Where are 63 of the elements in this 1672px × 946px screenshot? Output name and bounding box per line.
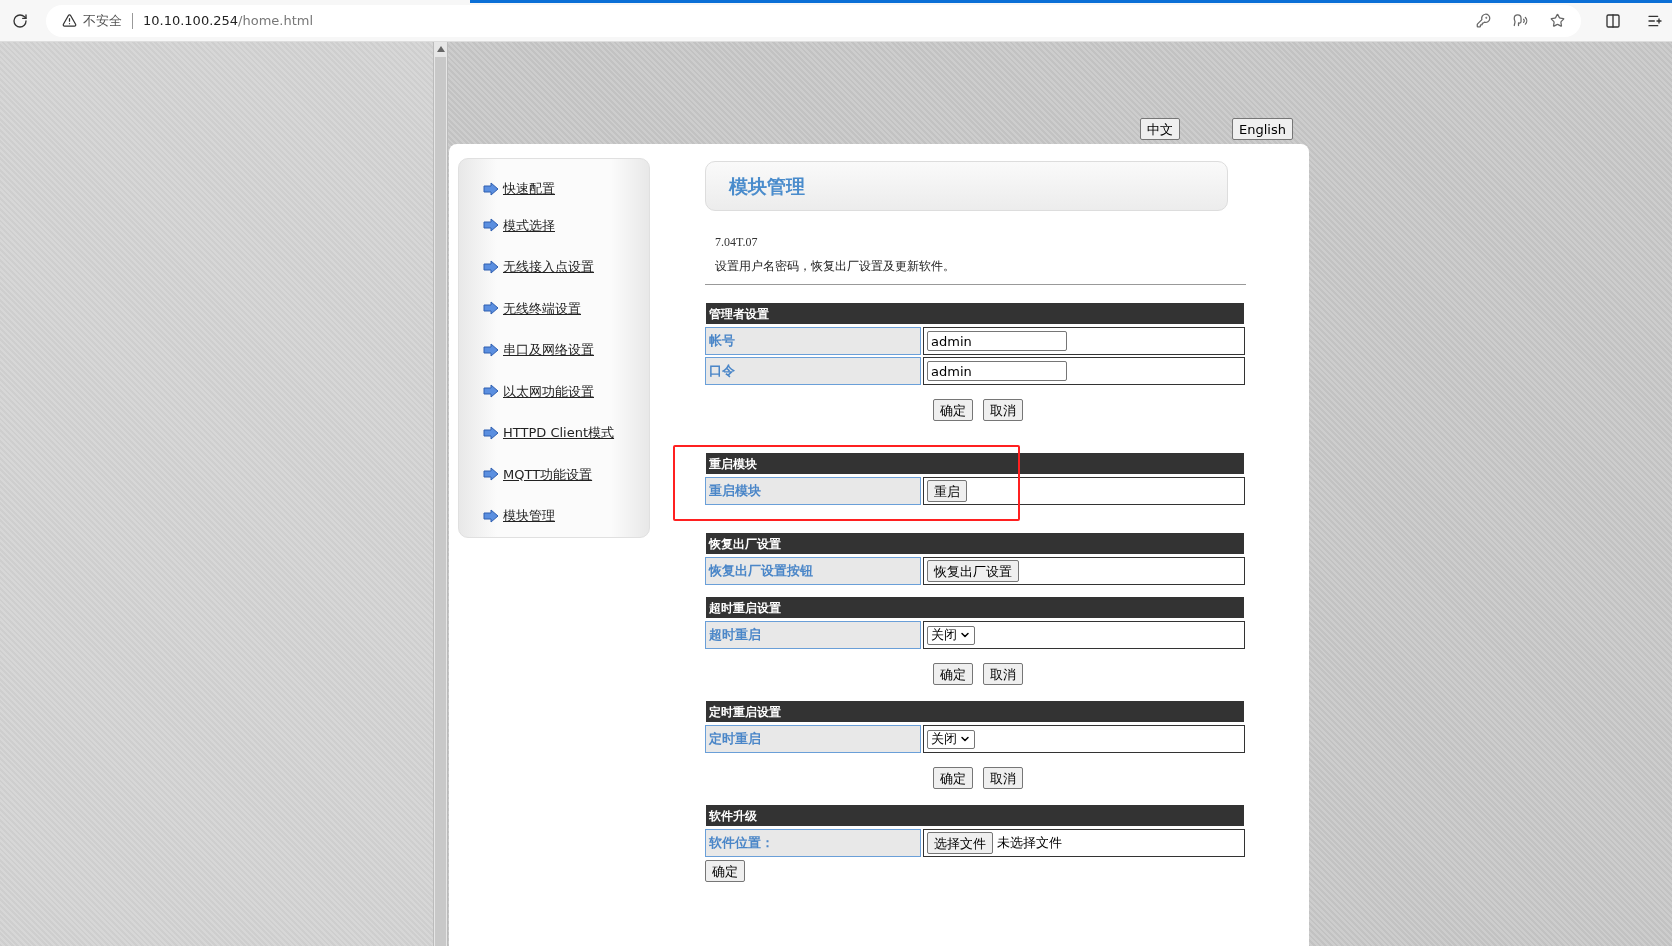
address-bar[interactable]: 不安全 10.10.100.254/home.html bbox=[46, 4, 1581, 37]
section-header: 定时重启设置 bbox=[706, 701, 1244, 722]
sidebar-link[interactable]: 串口及网络设置 bbox=[503, 340, 594, 360]
field-label: 口令 bbox=[705, 357, 921, 385]
scrollbar[interactable] bbox=[433, 42, 448, 946]
security-label: 不安全 bbox=[83, 11, 122, 30]
field-label: 重启模块 bbox=[705, 477, 921, 505]
split-screen-icon[interactable] bbox=[1605, 12, 1621, 29]
arrow-icon bbox=[483, 181, 499, 196]
form-button[interactable]: 确定 bbox=[932, 663, 973, 685]
text-field[interactable]: admin bbox=[927, 331, 1067, 351]
sidebar-link[interactable]: 无线终端设置 bbox=[503, 298, 581, 318]
arrow-icon bbox=[483, 342, 499, 357]
section-header: 软件升级 bbox=[706, 805, 1244, 826]
sidebar-link[interactable]: 模块管理 bbox=[503, 506, 555, 526]
field-label: 超时重启 bbox=[705, 621, 921, 649]
field-label: 帐号 bbox=[705, 327, 921, 355]
arrow-icon bbox=[483, 218, 499, 233]
form-button[interactable]: 重启 bbox=[927, 480, 967, 502]
form-button[interactable]: 确定 bbox=[932, 399, 973, 421]
file-status: 未选择文件 bbox=[997, 834, 1062, 853]
arrow-icon bbox=[483, 425, 499, 440]
dropdown[interactable]: 关闭 bbox=[927, 625, 975, 645]
star-icon[interactable] bbox=[1550, 13, 1565, 28]
form-button[interactable]: 取消 bbox=[982, 399, 1023, 421]
form-button[interactable]: 选择文件 bbox=[927, 832, 993, 854]
sidebar-link[interactable]: HTTPD Client模式 bbox=[503, 423, 615, 443]
form-button[interactable]: 中文 bbox=[1140, 118, 1180, 140]
arrow-icon bbox=[483, 467, 499, 482]
form-button[interactable]: 取消 bbox=[982, 767, 1023, 789]
description-text: 设置用户名密码，恢复出厂设置及更新软件。 bbox=[715, 258, 956, 275]
key-icon[interactable] bbox=[1476, 13, 1491, 28]
version-text: 7.04T.07 bbox=[715, 234, 759, 251]
scroll-up-icon[interactable] bbox=[436, 46, 445, 52]
dropdown[interactable]: 关闭 bbox=[927, 729, 975, 749]
form-button[interactable]: 恢复出厂设置 bbox=[927, 560, 1019, 582]
field-label: 恢复出厂设置按钮 bbox=[705, 557, 921, 585]
sidebar-link[interactable]: 以太网功能设置 bbox=[503, 381, 594, 401]
page-title: 模块管理 bbox=[729, 173, 805, 199]
section-header: 重启模块 bbox=[706, 453, 1244, 474]
arrow-icon bbox=[483, 508, 499, 523]
field-label: 定时重启 bbox=[705, 725, 921, 753]
form-button[interactable]: 取消 bbox=[982, 663, 1023, 685]
section-header: 超时重启设置 bbox=[706, 597, 1244, 618]
form-button[interactable]: 确定 bbox=[932, 767, 973, 789]
text-field[interactable]: admin bbox=[927, 361, 1067, 381]
sidebar-link[interactable]: 无线接入点设置 bbox=[503, 257, 594, 277]
arrow-icon bbox=[483, 259, 499, 274]
sidebar-link[interactable]: 快速配置 bbox=[503, 179, 555, 199]
section-header: 恢复出厂设置 bbox=[706, 533, 1244, 554]
scroll-thumb[interactable] bbox=[435, 57, 446, 946]
refresh-icon[interactable] bbox=[12, 12, 28, 29]
field-label: 软件位置： bbox=[705, 829, 921, 857]
url-text: 10.10.100.254/home.html bbox=[143, 11, 314, 30]
arrow-icon bbox=[483, 384, 499, 399]
sidebar-link[interactable]: MQTT功能设置 bbox=[503, 464, 593, 484]
form-button[interactable]: 确定 bbox=[705, 860, 745, 882]
warning-icon bbox=[62, 13, 77, 28]
section-header: 管理者设置 bbox=[706, 303, 1244, 324]
arrow-icon bbox=[483, 301, 499, 316]
form-button[interactable]: English bbox=[1232, 118, 1293, 140]
sidebar-link[interactable]: 模式选择 bbox=[503, 215, 555, 235]
read-aloud-icon[interactable] bbox=[1513, 13, 1528, 28]
